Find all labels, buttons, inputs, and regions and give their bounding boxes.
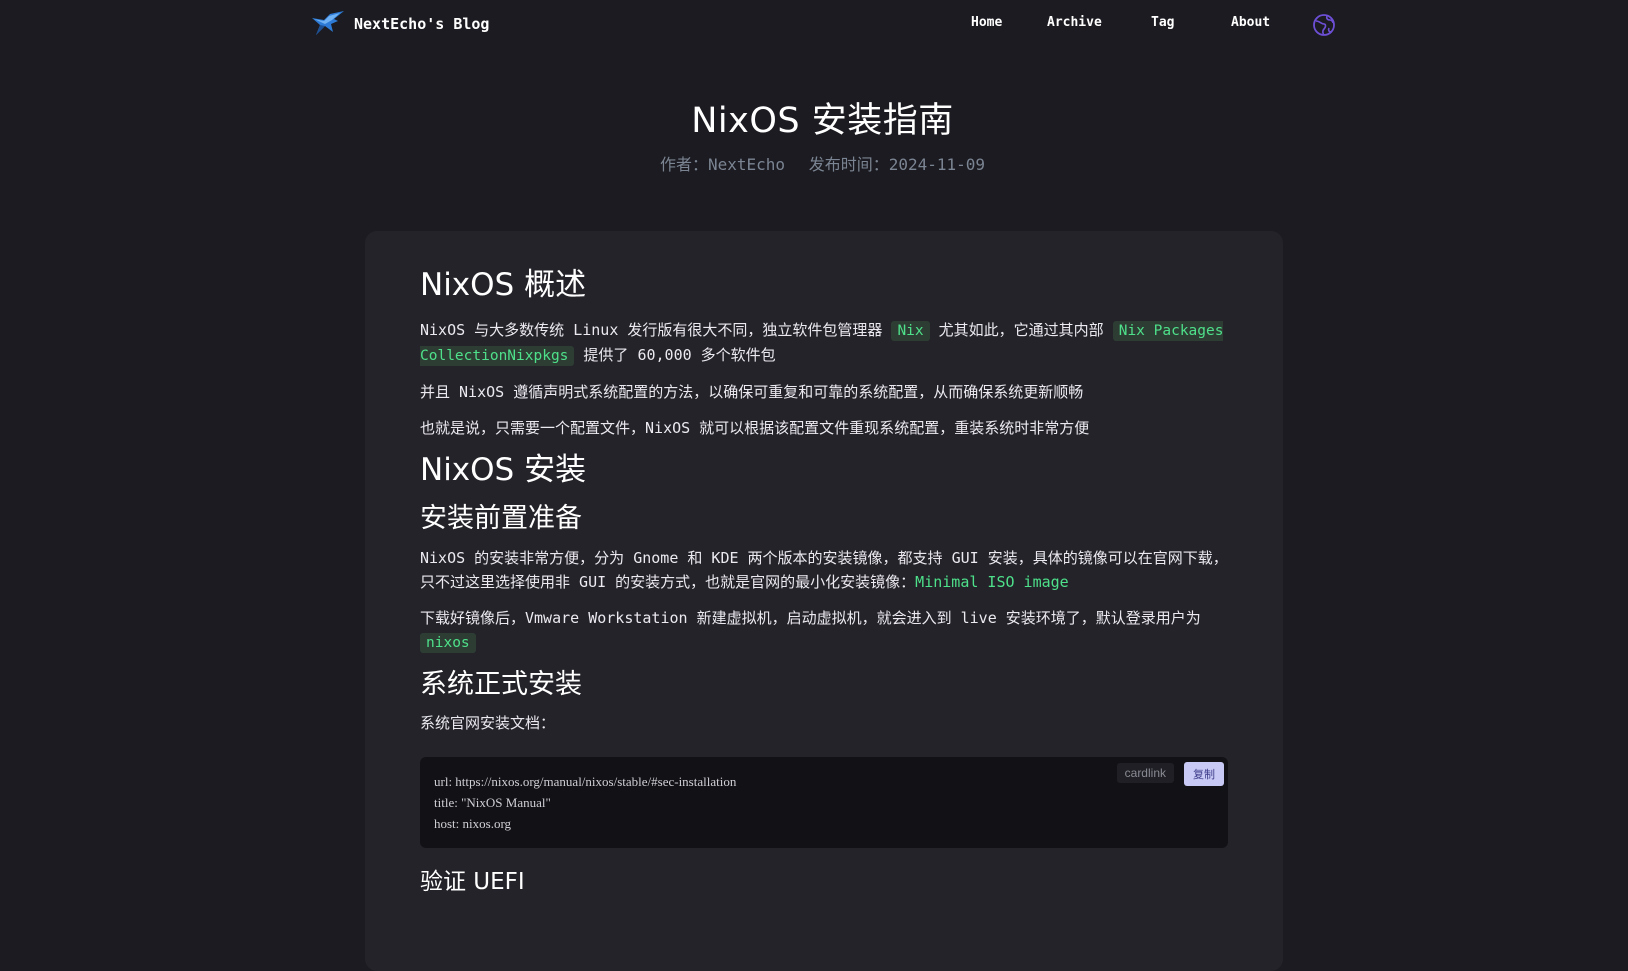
- code-block: cardlink 复制 url: https://nixos.org/manua…: [420, 757, 1228, 849]
- post-header: NixOS 安装指南 作者：NextEcho 发布时间：2024-11-09: [0, 92, 1628, 175]
- paragraph-text: NixOS 的安装非常方便，分为 Gnome 和 KDE 两个版本的安装镜像，都…: [420, 548, 1228, 591]
- heading-formal-install: 系统正式安装: [420, 668, 582, 700]
- post-author: 作者：NextEcho: [659, 155, 786, 174]
- globe-icon: [1313, 14, 1335, 36]
- nav-about[interactable]: About: [1231, 15, 1270, 30]
- nav-archive[interactable]: Archive: [1047, 15, 1102, 30]
- post-date: 发布时间：2024-11-09: [808, 155, 986, 174]
- nav-tag[interactable]: Tag: [1151, 15, 1174, 30]
- post-meta: 作者：NextEcho 发布时间：2024-11-09: [0, 151, 1628, 175]
- article-card: NixOS 概述 NixOS 与大多数传统 Linux 发行版有很大不同，独立软…: [365, 231, 1283, 971]
- code-language-label: cardlink: [1116, 763, 1174, 784]
- page-title: NixOS 安装指南: [691, 101, 954, 141]
- paragraph-text: NixOS 与大多数传统 Linux 发行版有很大不同，独立软件包管理器: [420, 321, 892, 340]
- brand-link[interactable]: NextEcho's Blog: [310, 10, 489, 38]
- inline-code-nixos: nixos: [420, 632, 476, 653]
- paragraph-text: 尤其如此，它通过其内部: [929, 321, 1113, 340]
- bird-logo-icon: [312, 11, 344, 35]
- nav-home[interactable]: Home: [971, 15, 1002, 30]
- paragraph-text: 提供了 60,000 多个软件包: [574, 346, 776, 365]
- paragraph-docs: 系统官网安装文档：: [420, 714, 556, 733]
- code-line: url: https://nixos.org/manual/nixos/stab…: [434, 774, 737, 790]
- code-line: title: "NixOS Manual": [434, 795, 551, 811]
- heading-overview: NixOS 概述: [420, 267, 587, 303]
- paragraph-intro: NixOS 与大多数传统 Linux 发行版有很大不同，独立软件包管理器 Nix…: [420, 318, 1228, 368]
- inline-code-nix: Nix: [891, 321, 930, 342]
- language-switch-button[interactable]: [1312, 13, 1336, 37]
- paragraph-iso: NixOS 的安装非常方便，分为 Gnome 和 KDE 两个版本的安装镜像，都…: [420, 546, 1228, 594]
- heading-uefi: 验证 UEFI: [420, 869, 525, 896]
- paragraph-text: 下载好镜像后，Vmware Workstation 新建虚拟机，启动虚拟机，就会…: [420, 608, 1201, 627]
- paragraph-config: 也就是说，只需要一个配置文件，NixOS 就可以根据该配置文件重现系统配置，重装…: [420, 419, 1090, 438]
- heading-prep: 安装前置准备: [420, 503, 582, 535]
- copy-button[interactable]: 复制: [1184, 762, 1224, 787]
- minimal-iso-link[interactable]: Minimal ISO image: [915, 573, 1069, 591]
- heading-install: NixOS 安装: [420, 452, 587, 489]
- top-navbar: NextEcho's Blog Home Archive Tag About: [0, 0, 1628, 48]
- paragraph-vmware: 下载好镜像后，Vmware Workstation 新建虚拟机，启动虚拟机，就会…: [420, 606, 1228, 655]
- paragraph-declarative: 并且 NixOS 遵循声明式系统配置的方法，以确保可重复和可靠的系统配置，从而确…: [420, 383, 1084, 402]
- code-line: host: nixos.org: [434, 816, 512, 832]
- site-name: NextEcho's Blog: [354, 15, 490, 33]
